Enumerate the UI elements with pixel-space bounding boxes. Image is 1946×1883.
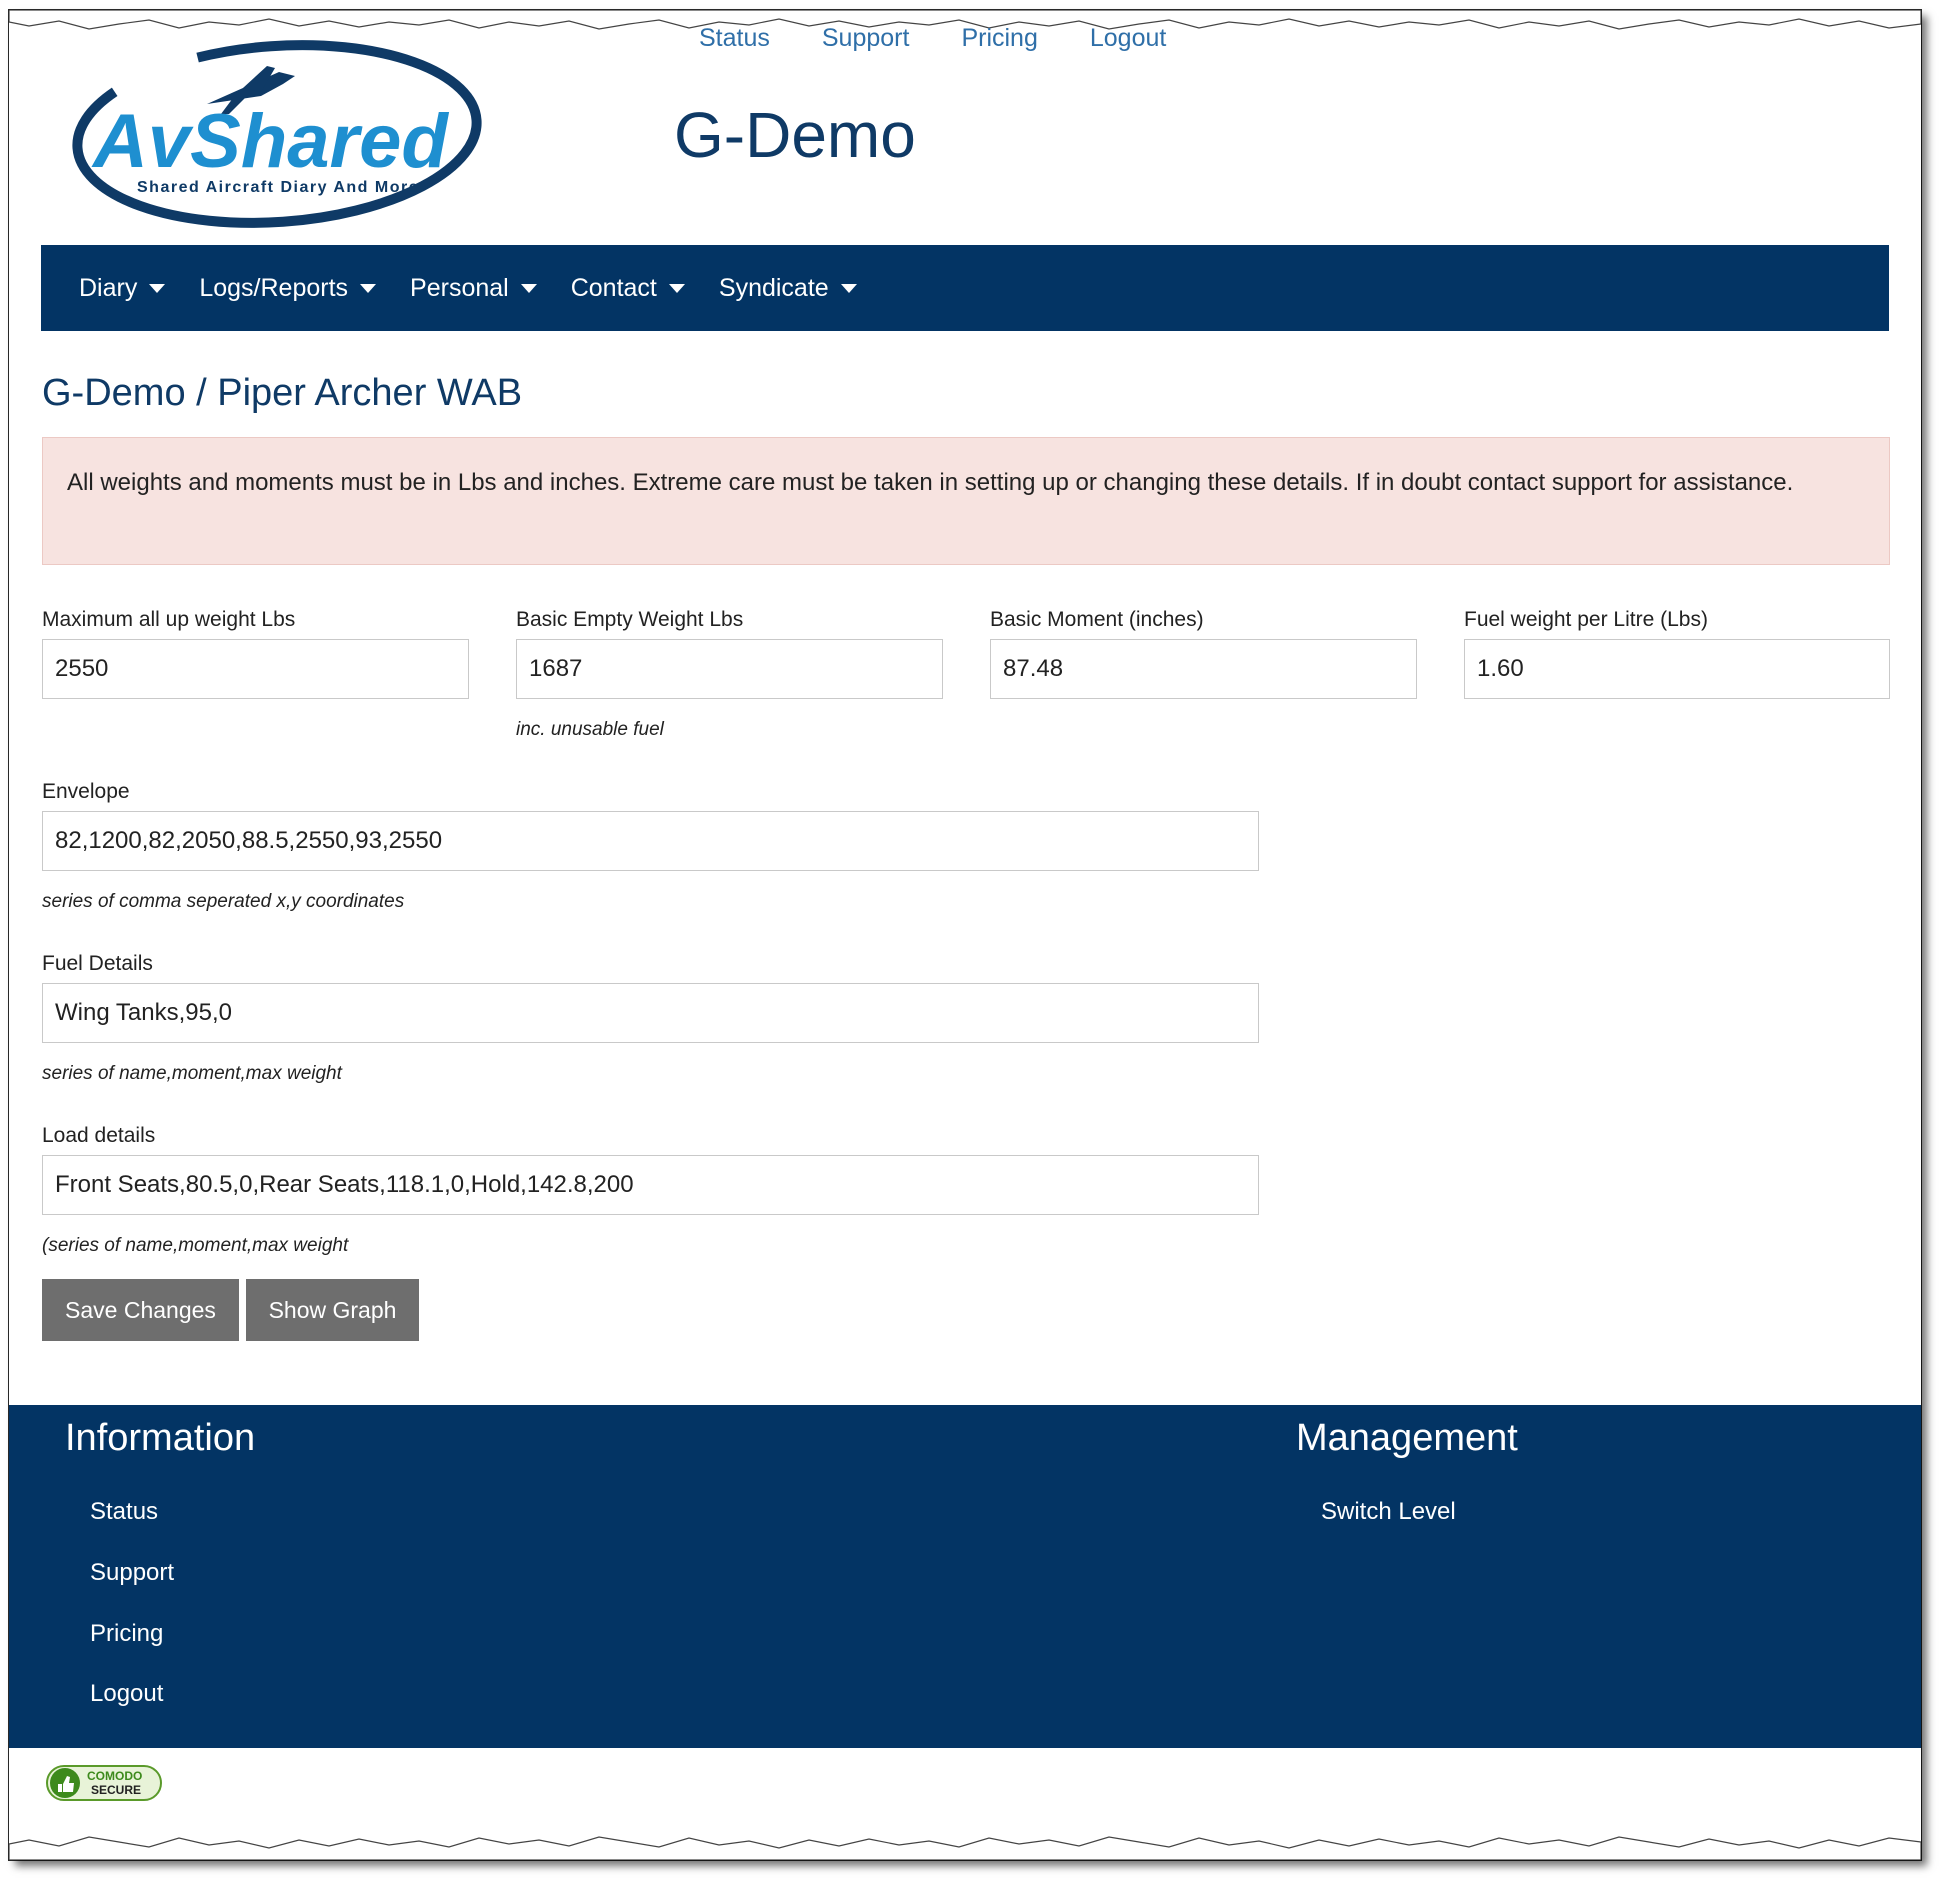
fuel-details-label: Fuel Details	[42, 952, 153, 975]
caret-down-icon	[360, 283, 377, 293]
nav-label: Syndicate	[718, 273, 829, 302]
empty-weight-input[interactable]	[516, 639, 943, 699]
nav-label: Personal	[410, 273, 509, 302]
comodo-secure-badge[interactable]: COMODO SECURE	[45, 1760, 165, 1804]
top-link-pricing[interactable]: Pricing	[961, 24, 1037, 53]
caret-down-icon	[149, 283, 166, 293]
top-link-logout[interactable]: Logout	[1090, 24, 1166, 53]
nav-personal[interactable]: Personal	[410, 274, 537, 303]
avshared-logo[interactable]: AvShared Shared Aircraft Diary And More	[57, 32, 497, 232]
footer-link-status[interactable]: Status	[90, 1498, 158, 1526]
footer-management-heading: Management	[1296, 1417, 1518, 1459]
fuel-details-help: series of name,moment,max weight	[42, 1063, 342, 1084]
max-weight-label: Maximum all up weight Lbs	[42, 608, 296, 631]
page-title: G-Demo / Piper Archer WAB	[42, 372, 523, 414]
nav-contact[interactable]: Contact	[571, 274, 685, 303]
top-link-support[interactable]: Support	[822, 24, 910, 53]
footer-link-logout[interactable]: Logout	[90, 1680, 163, 1708]
empty-weight-label: Basic Empty Weight Lbs	[516, 608, 744, 631]
load-details-help: (series of name,moment,max weight	[42, 1235, 349, 1256]
envelope-label: Envelope	[42, 780, 130, 803]
basic-moment-label: Basic Moment (inches)	[990, 608, 1204, 631]
max-weight-input[interactable]	[42, 639, 469, 699]
footer-information-heading: Information	[65, 1417, 256, 1459]
fuel-weight-label: Fuel weight per Litre (Lbs)	[1464, 608, 1708, 631]
caret-down-icon	[668, 283, 685, 293]
envelope-input[interactable]	[42, 811, 1259, 871]
footer-link-pricing[interactable]: Pricing	[90, 1620, 163, 1648]
page-frame: Status Support Pricing Logout AvShared S…	[9, 10, 1921, 1860]
badge-line1: COMODO	[87, 1769, 142, 1783]
fuel-details-input[interactable]	[42, 983, 1259, 1043]
save-changes-button[interactable]: Save Changes	[42, 1279, 239, 1341]
footer-link-support[interactable]: Support	[90, 1559, 174, 1587]
nav-diary[interactable]: Diary	[79, 273, 166, 303]
nav-syndicate[interactable]: Syndicate	[719, 274, 857, 303]
footer: Information Status Support Pricing Logou…	[9, 1405, 1921, 1748]
caret-down-icon	[520, 283, 537, 293]
empty-weight-help: inc. unusable fuel	[516, 719, 664, 740]
load-details-label: Load details	[42, 1124, 156, 1147]
logo-tagline: Shared Aircraft Diary And More	[137, 179, 419, 196]
top-links: Status Support Pricing Logout	[699, 24, 1166, 53]
fuel-weight-input[interactable]	[1464, 639, 1890, 699]
warning-alert: All weights and moments must be in Lbs a…	[42, 437, 1890, 565]
nav-logs-reports[interactable]: Logs/Reports	[199, 273, 377, 303]
show-graph-button[interactable]: Show Graph	[246, 1279, 419, 1341]
nav-label: Contact	[570, 273, 657, 302]
nav-label: Diary	[79, 273, 138, 302]
footer-link-switch-level[interactable]: Switch Level	[1321, 1498, 1456, 1526]
basic-moment-input[interactable]	[990, 639, 1417, 699]
torn-edge-bottom	[9, 1836, 1921, 1860]
main-navbar: Diary Logs/Reports Personal Contact Synd…	[41, 245, 1889, 331]
caret-down-icon	[840, 283, 857, 293]
logo-brand: AvShared	[91, 99, 449, 184]
top-link-status[interactable]: Status	[699, 24, 770, 53]
badge-line2: SECURE	[91, 1783, 141, 1797]
nav-label: Logs/Reports	[199, 273, 349, 302]
site-title: G-Demo	[674, 99, 916, 171]
envelope-help: series of comma seperated x,y coordinate…	[42, 891, 405, 912]
load-details-input[interactable]	[42, 1155, 1259, 1215]
